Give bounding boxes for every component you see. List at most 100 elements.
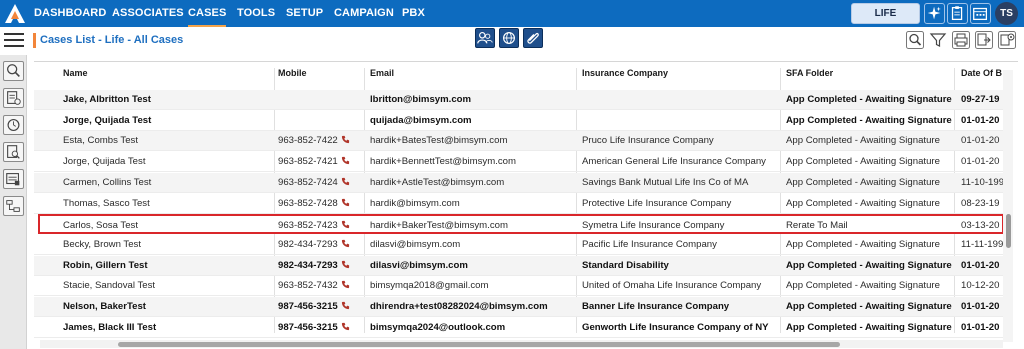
mobile-text: 963-852-7423 [278, 220, 338, 232]
column-header-mobile[interactable]: Mobile [278, 68, 307, 78]
cell-mobile: 963-852-7421 [278, 152, 362, 172]
app-logo-icon[interactable] [4, 3, 26, 24]
table-row[interactable]: Nelson, BakerTest 987-456-3215 dhirendra+t… [34, 297, 1004, 317]
phone-icon[interactable] [338, 301, 350, 312]
cell-mobile: 963-852-7428 [278, 194, 362, 214]
name-text: Thomas, Sasco Test [63, 197, 150, 209]
life-mode-button[interactable]: LIFE [851, 3, 920, 24]
table-row[interactable]: Esta, Combs Test 963-852-7422 hardik+Bates… [34, 131, 1004, 152]
workflow-icon[interactable] [3, 196, 24, 216]
column-header-email[interactable]: Email [370, 68, 394, 78]
attachment-icon[interactable] [523, 28, 543, 48]
phone-icon[interactable] [338, 280, 350, 291]
print-icon[interactable] [952, 31, 970, 49]
cell-mobile: 987-456-3215 [278, 297, 362, 317]
email-text: dilasvi@bimsym.com [370, 259, 468, 271]
nav-cases[interactable]: CASES [188, 0, 227, 27]
top-nav: DASHBOARD ASSOCIATES CASES TOOLS SETUP C… [0, 0, 1024, 27]
table-row[interactable]: James, Black III Test 987-456-3215 bimsymq… [34, 318, 1004, 338]
email-text: hardik+BatesTest@bimsym.com [370, 135, 508, 147]
cell-email[interactable]: quijada@bimsym.com [370, 111, 574, 131]
vertical-scroll-thumb[interactable] [1006, 214, 1011, 248]
company-text: Protective Life Insurance Company [582, 197, 732, 209]
globe-icon[interactable] [499, 28, 519, 48]
date-text: 01-01-20 [961, 259, 1000, 271]
table-row[interactable]: Stacie, Sandoval Test 963-852-7432 bimsymq… [34, 276, 1004, 297]
nav-tools[interactable]: TOOLS [237, 0, 275, 27]
filter-icon[interactable] [929, 31, 947, 49]
vertical-scrollbar[interactable] [1003, 70, 1013, 342]
search-cases-icon[interactable] [3, 61, 24, 81]
folder-text: App Completed - Awaiting Signature [786, 94, 952, 105]
reports-icon[interactable] [3, 169, 24, 189]
cell-email[interactable]: hardik+AstleTest@bimsym.com [370, 173, 574, 193]
horizontal-scroll-thumb[interactable] [118, 342, 840, 347]
phone-icon[interactable] [338, 239, 350, 250]
table-row[interactable]: Carmen, Collins Test 963-852-7424 hardik+A… [34, 172, 1004, 193]
cell-email[interactable]: dilasvi@bimsym.com [370, 235, 574, 255]
cell-email[interactable]: hardik+BennettTest@bimsym.com [370, 152, 574, 172]
cell-folder: App Completed - Awaiting Signature [786, 276, 952, 296]
table-row[interactable]: Jorge, Quijada Test quijada@bimsym.com App… [34, 111, 1004, 131]
settings-document-icon[interactable] [998, 31, 1016, 49]
table-row[interactable]: Thomas, Sasco Test 963-852-7428 hardik@bim… [34, 194, 1004, 214]
company-text: United of Omaha Life Insurance Company [582, 280, 762, 292]
email-text: lbritton@bimsym.com [370, 94, 472, 105]
company-text: Banner Life Insurance Company [582, 301, 730, 312]
sparkle-icon[interactable] [924, 3, 945, 24]
table-row[interactable]: Becky, Brown Test 982-434-7293 dilasvi@bim… [34, 235, 1004, 255]
cell-date: 03-13-20 [961, 216, 1005, 236]
nav-setup[interactable]: SETUP [286, 0, 323, 27]
cell-company: Pacific Life Insurance Company [582, 235, 778, 255]
column-header-insurance-company[interactable]: Insurance Company [582, 68, 668, 78]
column-header-sfa-folder[interactable]: SFA Folder [786, 68, 833, 78]
cell-mobile [278, 90, 362, 110]
email-text: dilasvi@bimsym.com [370, 238, 461, 250]
table-row[interactable]: Jorge, Quijada Test 963-852-7421 hardik+Be… [34, 152, 1004, 173]
add-case-icon[interactable] [3, 88, 24, 108]
people-icon[interactable] [475, 28, 495, 48]
folder-text: App Completed - Awaiting Signature [786, 135, 940, 147]
cell-email[interactable]: bimsymqa2024@outlook.com [370, 318, 574, 338]
cell-email[interactable]: bimsymqa2018@gmail.com [370, 276, 574, 296]
mobile-text: 963-852-7422 [278, 135, 338, 147]
phone-icon[interactable] [338, 135, 350, 146]
phone-icon[interactable] [338, 220, 350, 231]
nav-associates[interactable]: ASSOCIATES [112, 0, 184, 27]
phone-icon[interactable] [338, 177, 350, 188]
search-document-icon[interactable] [3, 142, 24, 162]
table-row[interactable]: Jake, Albritton Test lbritton@bimsym.com A… [34, 90, 1004, 110]
phone-icon[interactable] [338, 322, 350, 333]
cell-email[interactable]: hardik+BatesTest@bimsym.com [370, 131, 574, 151]
cell-mobile: 963-852-7432 [278, 276, 362, 296]
calendar-icon[interactable] [970, 3, 991, 24]
cell-email[interactable]: dhirendra+test08282024@bimsym.com [370, 297, 574, 317]
history-icon[interactable] [3, 115, 24, 135]
cell-email[interactable]: dilasvi@bimsym.com [370, 256, 574, 276]
table-row[interactable]: Robin, Gillern Test 982-434-7293 dilasvi@b… [34, 255, 1004, 276]
cell-name: Carmen, Collins Test [63, 173, 271, 193]
clipboard-icon[interactable] [947, 3, 968, 24]
cell-folder: Rerate To Mail [786, 216, 952, 236]
table-row-selected[interactable]: Carlos, Sosa Test 963-852-7423 hardik+Bake… [38, 214, 1005, 236]
cell-email[interactable]: hardik+BakerTest@bimsym.com [370, 216, 574, 236]
phone-icon[interactable] [338, 156, 350, 167]
column-header-name[interactable]: Name [63, 68, 88, 78]
cell-email[interactable]: lbritton@bimsym.com [370, 90, 574, 110]
nav-pbx[interactable]: PBX [402, 0, 425, 27]
phone-icon[interactable] [338, 198, 350, 209]
search-icon[interactable] [906, 31, 924, 49]
column-header-date-of-birth[interactable]: Date Of B [961, 68, 1002, 78]
nav-dashboard[interactable]: DASHBOARD [34, 0, 106, 27]
date-text: 01-01-20 [961, 135, 1000, 147]
phone-icon[interactable] [338, 260, 350, 271]
user-avatar[interactable]: TS [995, 2, 1018, 25]
cell-date: 01-01-20 [961, 111, 1005, 131]
cell-email[interactable]: hardik@bimsym.com [370, 194, 574, 214]
nav-campaign[interactable]: CAMPAIGN [334, 0, 394, 27]
export-icon[interactable] [975, 31, 993, 49]
menu-hamburger-icon[interactable] [4, 33, 24, 49]
cell-date: 09-27-19 [961, 90, 1005, 110]
cell-date: 01-01-20 [961, 297, 1005, 317]
cell-mobile: 963-852-7424 [278, 173, 362, 193]
